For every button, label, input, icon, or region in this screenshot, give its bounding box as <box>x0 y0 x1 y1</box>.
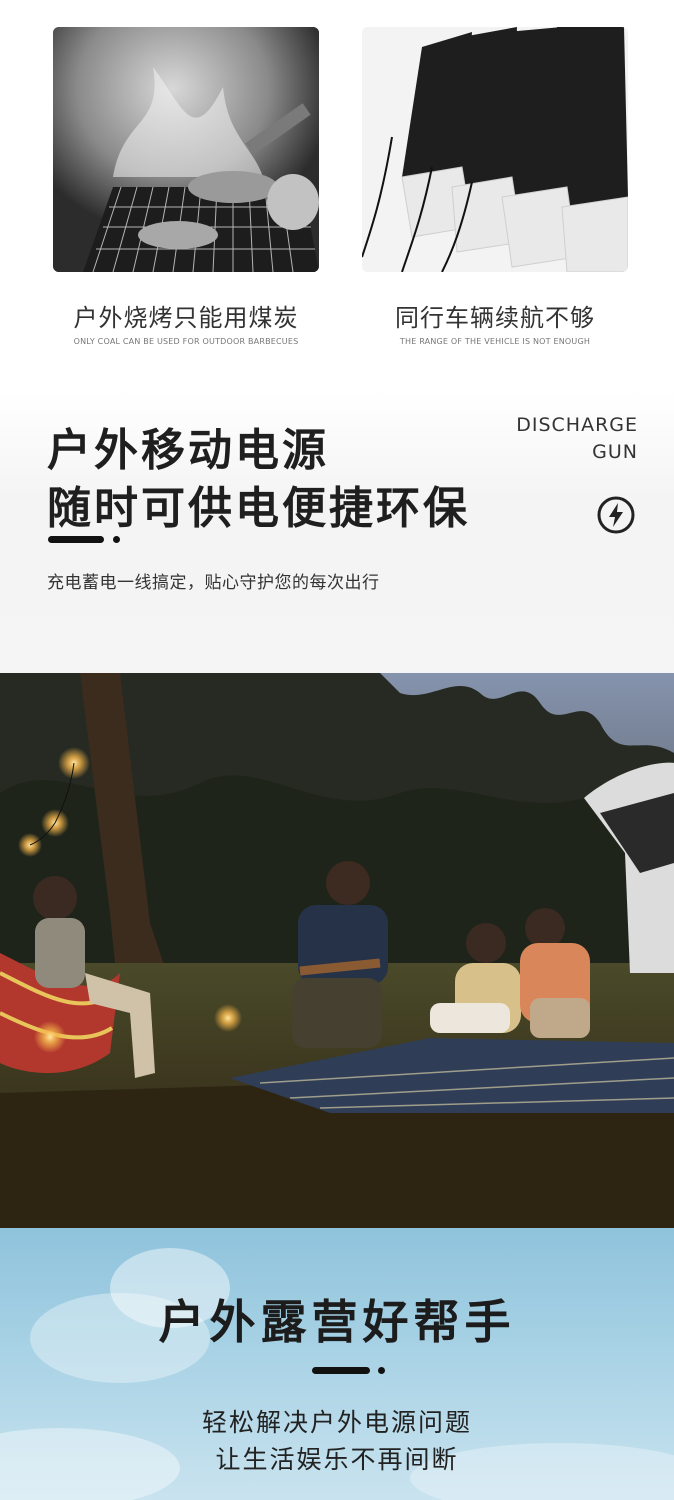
decorative-bar <box>48 536 104 543</box>
decorative-dot <box>113 536 120 543</box>
decorative-bar <box>312 1367 370 1374</box>
lightning-bolt-icon <box>597 496 635 534</box>
banner-title: 户外露营好帮手 <box>158 1295 516 1349</box>
caption-vehicle: 同行车辆续航不够 <box>395 304 595 332</box>
tag-line-1: DISCHARGE <box>516 414 638 436</box>
banner-line-1: 轻松解决户外电源问题 <box>201 1408 472 1437</box>
problem-comparison: 户外烧烤只能用煤炭 ONLY COAL CAN BE USED FOR OUTD… <box>0 0 674 390</box>
bbq-grill-photo <box>53 27 319 272</box>
decorative-dot <box>378 1367 385 1374</box>
discharge-gun-tag: DISCHARGE GUN <box>516 412 638 466</box>
headline-subtitle: 充电蓄电一线搞定，贴心守护您的每次出行 <box>47 573 380 593</box>
tag-line-2: GUN <box>592 441 638 463</box>
product-headline: 户外移动电源 随时可供电便捷环保 DISCHARGE GUN 充电蓄电一线搞定，… <box>0 390 674 673</box>
electric-cars-photo <box>362 27 628 272</box>
camping-helper-banner: 户外露营好帮手 轻松解决户外电源问题 让生活娱乐不再间断 <box>0 1228 674 1500</box>
banner-line-2: 让生活娱乐不再间断 <box>215 1445 459 1474</box>
caption-vehicle-en: THE RANGE OF THE VEHICLE IS NOT ENOUGH <box>399 337 591 346</box>
headline-line-2: 随时可供电便捷环保 <box>47 483 470 534</box>
camping-scene-photo <box>0 673 674 1228</box>
caption-bbq: 户外烧烤只能用煤炭 <box>73 304 299 332</box>
headline-line-1: 户外移动电源 <box>47 425 329 476</box>
caption-bbq-en: ONLY COAL CAN BE USED FOR OUTDOOR BARBEC… <box>73 337 299 346</box>
